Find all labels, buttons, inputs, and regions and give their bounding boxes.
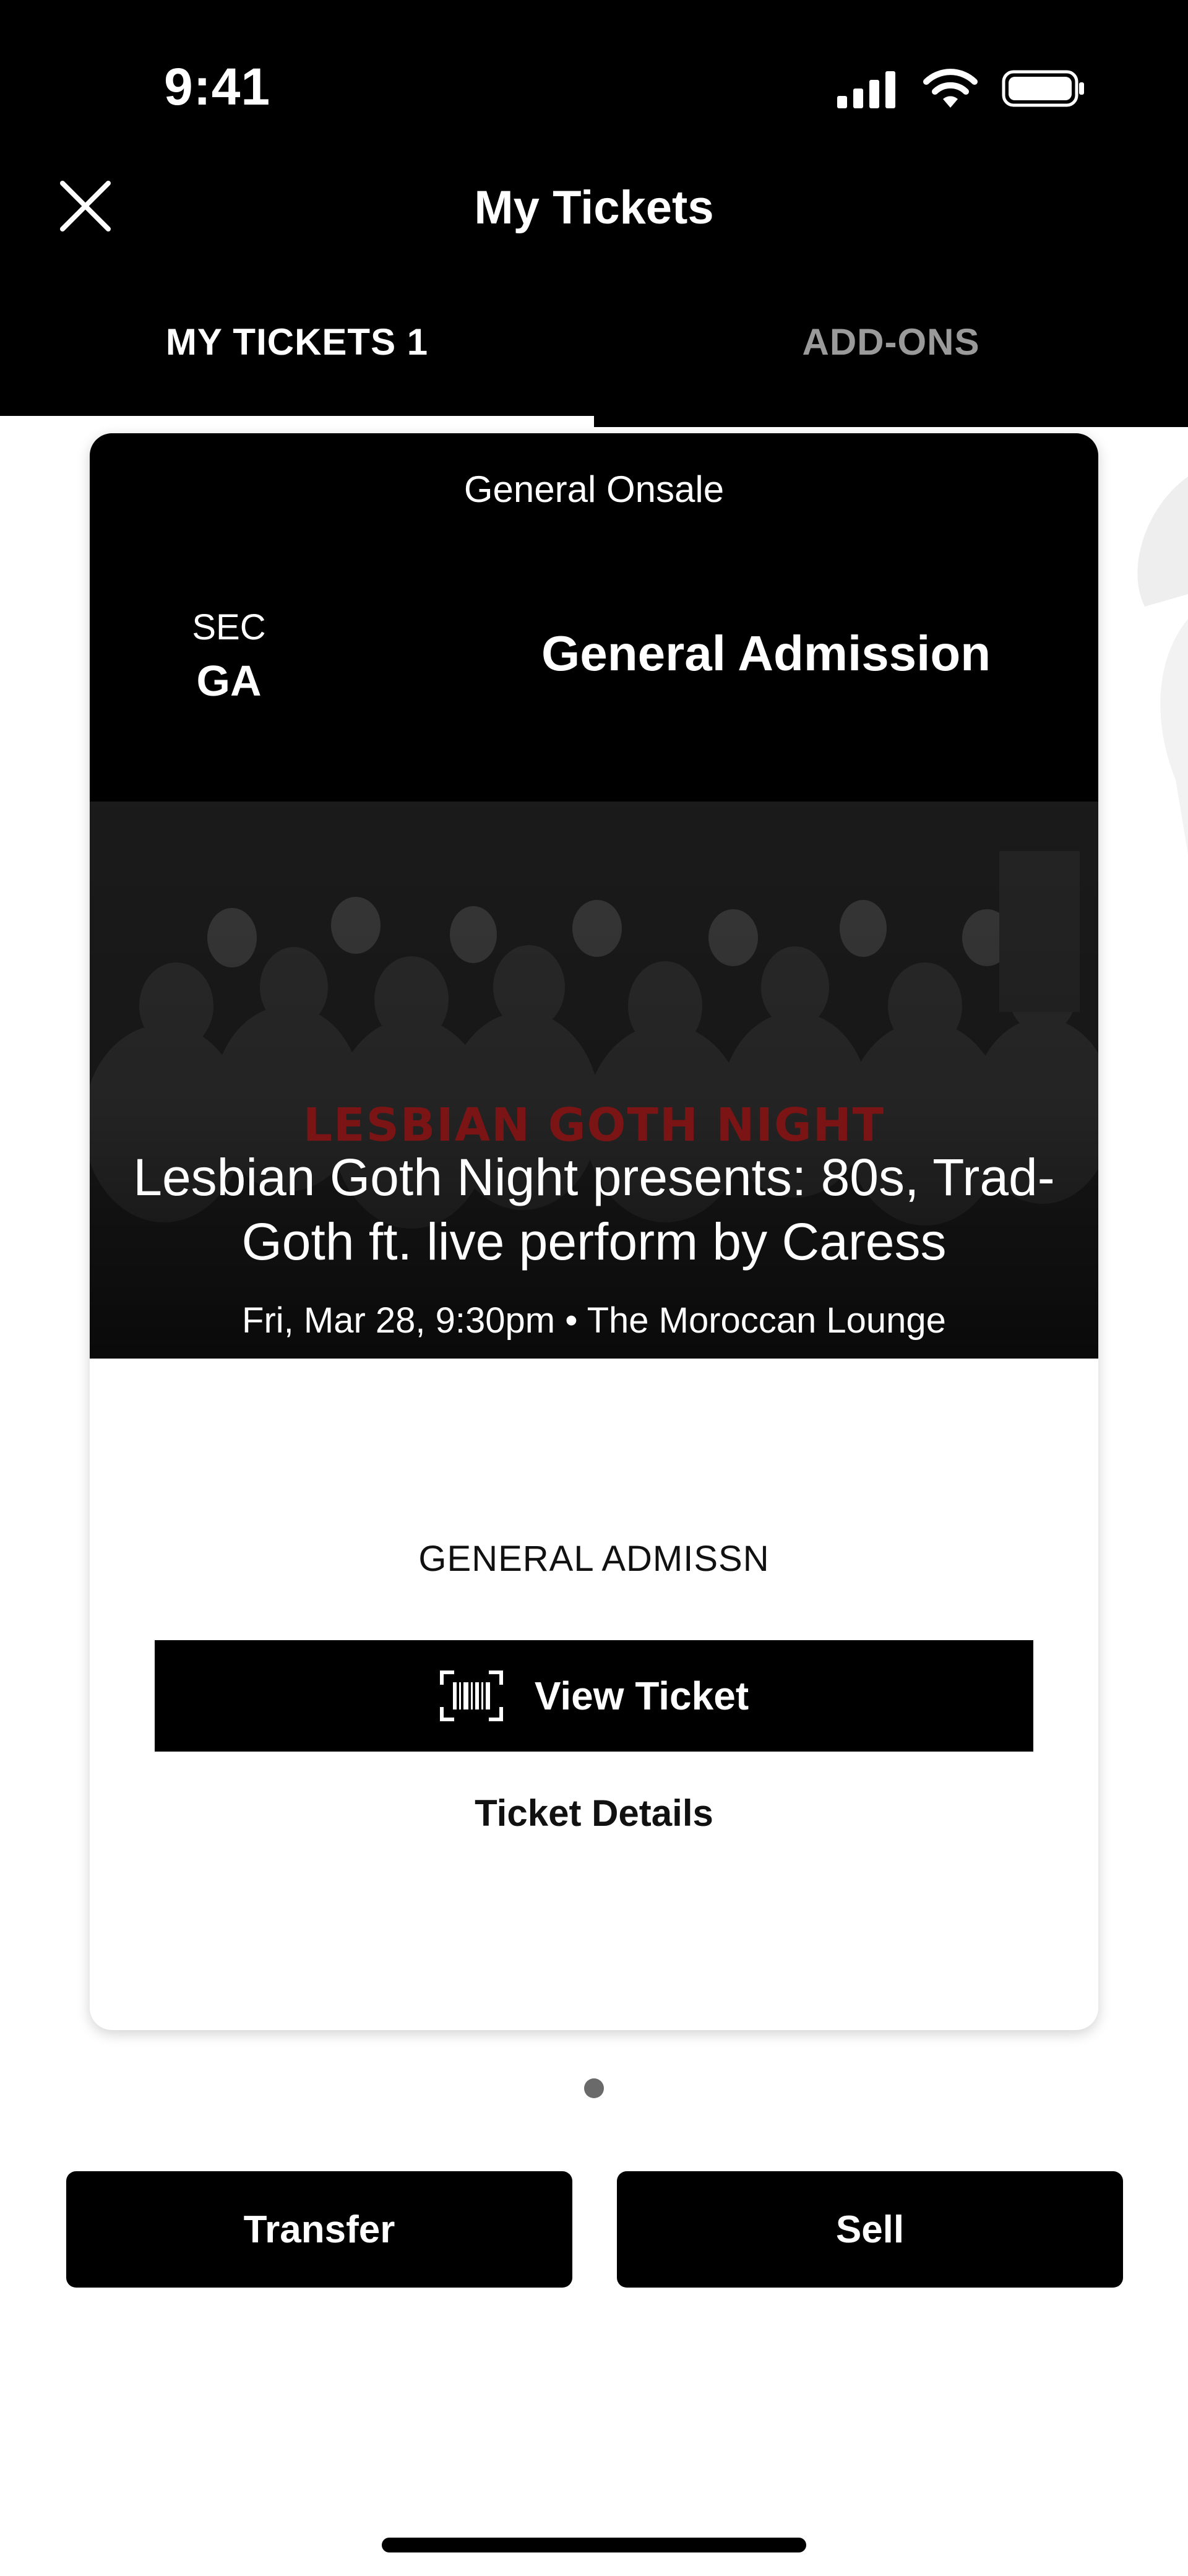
event-brand-logo: LESBIAN GOTH NIGHT [303,1099,885,1152]
barcode-icon [439,1671,503,1721]
tab-bar: MY TICKETS 1 ADD-ONS [0,321,1188,407]
page-title: My Tickets [474,181,714,234]
wifi-icon [923,69,978,108]
status-time: 9:41 [164,58,271,116]
admission-title: General Admission [541,626,991,681]
ticket-details-link[interactable]: Ticket Details [90,1792,1098,1835]
view-ticket-button[interactable]: View Ticket [155,1640,1033,1752]
onsale-label: General Onsale [463,469,725,510]
page-indicator-dot [584,2078,604,2098]
home-indicator [382,2538,806,2552]
admission-code: GENERAL ADMISSN [418,1539,770,1579]
section-value: GA [196,657,262,705]
active-tab-indicator [0,416,594,427]
section-label: SEC [192,607,266,647]
ticket-card: General Onsale SEC GA General Admission [90,433,1098,2030]
sell-button[interactable]: Sell [617,2171,1123,2288]
transfer-button[interactable]: Transfer [66,2171,572,2288]
event-date-venue: Fri, Mar 28, 9:30pm • The Moroccan Loung… [242,1300,946,1341]
tab-my-tickets[interactable]: MY TICKETS 1 [0,321,594,363]
view-ticket-label: View Ticket [534,1674,749,1718]
tab-add-ons[interactable]: ADD-ONS [594,321,1188,363]
background-decoration [1137,477,1188,854]
ticket-header: General Onsale SEC GA General Admission [90,433,1098,802]
top-header: 9:41 My Tickets MY TICKETS 1 ADD-ONS [0,0,1188,427]
status-icons [837,67,1086,110]
battery-icon [1002,70,1084,107]
cellular-signal-icon [837,71,895,108]
event-image: LESBIAN GOTH NIGHT Lesbian Goth Night pr… [90,802,1098,1359]
ticket-body: GENERAL ADMISSN View Ticket Ticket Detai… [90,1359,1098,2030]
event-title: Lesbian Goth Night presents: 80s, Trad-G… [133,1148,1055,1271]
